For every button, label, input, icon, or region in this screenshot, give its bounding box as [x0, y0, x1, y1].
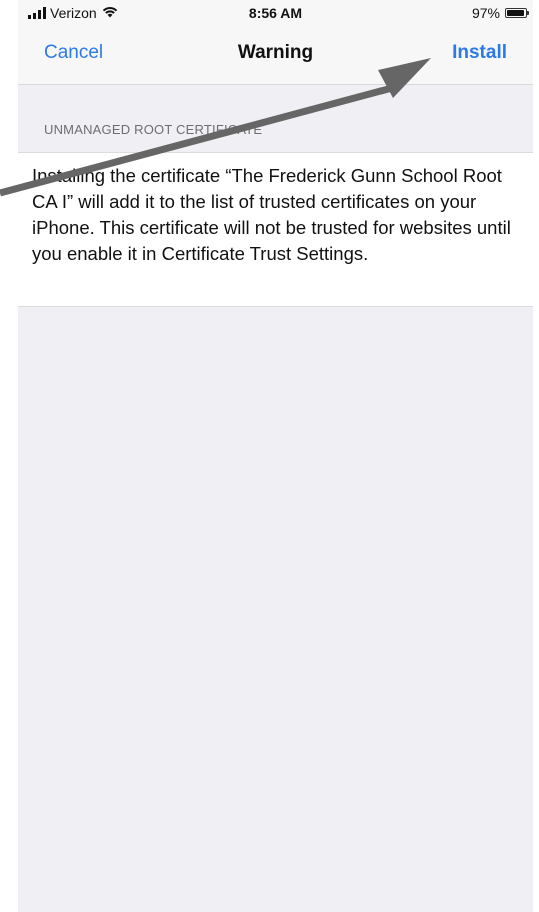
warning-text: Installing the certificate “The Frederic…: [32, 165, 511, 264]
battery-icon: [505, 8, 529, 18]
phone-screenshot: Verizon 8:56 AM 97% Cancel Warning Insta…: [0, 0, 539, 912]
status-time: 8:56 AM: [248, 5, 303, 21]
screen: Verizon 8:56 AM 97% Cancel Warning Insta…: [18, 0, 533, 912]
status-bar: Verizon 8:56 AM 97%: [18, 0, 533, 26]
section-header: UNMANAGED ROOT CERTIFICATE: [44, 122, 263, 137]
install-button[interactable]: Install: [452, 42, 507, 64]
status-right: 97%: [471, 5, 529, 21]
warning-card: Installing the certificate “The Frederic…: [18, 152, 533, 307]
navigation-bar: Cancel Warning Install: [18, 26, 533, 85]
battery-percent: 97%: [471, 5, 500, 21]
